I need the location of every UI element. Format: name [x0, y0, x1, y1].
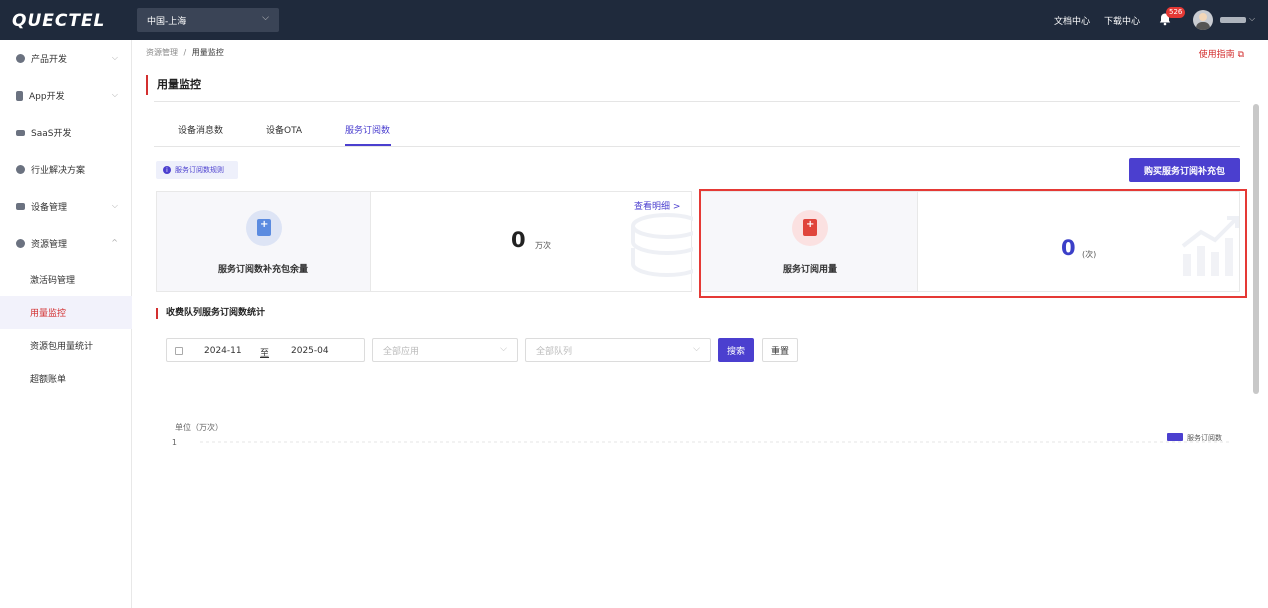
date-separator: 至 — [260, 349, 270, 359]
leaf-icon — [16, 165, 25, 174]
legend-label: 服务订阅数 — [1187, 433, 1222, 442]
monitor-icon — [16, 129, 25, 136]
package-icon — [246, 210, 282, 246]
chevron-down-icon: ⌵ — [500, 344, 507, 354]
sidebar-item-label: 设备管理 — [31, 203, 68, 213]
reset-button[interactable]: 重置 — [762, 338, 798, 362]
region-select[interactable]: 中国-上海 ⌵ — [137, 8, 279, 32]
sidebar-item-app-dev[interactable]: App开发 ⌵ — [0, 77, 132, 114]
search-button[interactable]: 搜索 — [718, 338, 754, 362]
tab-divider — [154, 146, 1240, 147]
calendar-icon — [175, 347, 183, 355]
main-content: 资源管理 / 用量监控 使用指南 ⧉ 用量监控 设备消息数 设备OTA 服务订阅… — [132, 40, 1268, 608]
resource-icon — [16, 239, 25, 248]
sidebar-subitem-label: 资源包用量统计 — [30, 342, 94, 352]
chevron-down-icon[interactable]: ⌵ — [1249, 14, 1255, 24]
y-tick-label: 1 — [172, 438, 177, 447]
app-select[interactable]: 全部应用 ⌵ — [372, 338, 518, 362]
breadcrumb: 资源管理 / 用量监控 — [146, 47, 224, 58]
remain-unit: 万次 — [535, 241, 551, 250]
sidebar-item-label: 产品开发 — [31, 55, 68, 65]
guide-link[interactable]: 使用指南 ⧉ — [1199, 47, 1244, 60]
info-icon: i — [163, 166, 171, 174]
sidebar-subitem-label: 超额账单 — [30, 375, 67, 385]
sidebar-subitem-activation-code[interactable]: 激活码管理 — [0, 263, 132, 296]
view-detail-link[interactable]: 查看明细 > — [634, 199, 680, 212]
sidebar-item-industry-solutions[interactable]: 行业解决方案 — [0, 151, 132, 188]
chevron-down-icon: ⌵ — [111, 53, 118, 62]
chevron-down-icon: ⌵ — [693, 344, 700, 354]
tab-device-ota[interactable]: 设备OTA — [266, 123, 302, 136]
queue-select[interactable]: 全部队列 ⌵ — [525, 338, 711, 362]
phone-icon — [16, 90, 23, 101]
date-to[interactable]: 2025-04 — [291, 346, 329, 356]
quectel-logo[interactable]: QUECTEL — [12, 11, 105, 31]
app-select-placeholder: 全部应用 — [383, 346, 420, 357]
buy-package-button[interactable]: 购买服务订阅补充包 — [1129, 158, 1240, 182]
sidebar-item-label: App开发 — [29, 92, 65, 102]
rule-link-label: 服务订阅数规则 — [175, 166, 224, 174]
avatar[interactable] — [1193, 10, 1213, 30]
highlight-box — [699, 189, 1247, 298]
sidebar-subitem-package-stats[interactable]: 资源包用量统计 — [0, 329, 132, 362]
sidebar-item-resource-mgmt[interactable]: 资源管理 ^ — [0, 225, 132, 262]
chevron-up-icon: ^ — [111, 238, 118, 247]
breadcrumb-current: 用量监控 — [191, 48, 224, 57]
scrollbar[interactable] — [1253, 104, 1259, 394]
tab-service-subscriptions[interactable]: 服务订阅数 — [345, 123, 390, 136]
date-from[interactable]: 2024-11 — [204, 346, 242, 356]
server-icon — [16, 203, 25, 210]
sidebar-item-product-dev[interactable]: 产品开发 ⌵ — [0, 40, 132, 77]
section-title: 收费队列服务订阅数统计 — [156, 308, 265, 319]
external-link-icon: ⧉ — [1237, 50, 1244, 60]
coin-stack-icon — [631, 213, 693, 278]
date-range-picker[interactable]: 2024-11 至 2025-04 — [166, 338, 365, 362]
breadcrumb-parent[interactable]: 资源管理 — [146, 48, 178, 57]
sidebar-subitem-label: 激活码管理 — [30, 276, 76, 286]
doc-center-link[interactable]: 文档中心 — [1054, 14, 1090, 27]
divider — [154, 101, 1240, 102]
username-placeholder[interactable] — [1220, 17, 1246, 23]
sidebar-item-saas-dev[interactable]: SaaS开发 — [0, 114, 132, 151]
remain-value: 0 — [511, 228, 526, 252]
remain-card: 服务订阅数补充包余量 查看明细 > 0 万次 — [156, 191, 693, 292]
guide-link-label: 使用指南 — [1198, 50, 1235, 60]
sidebar-subitem-label: 用量监控 — [30, 309, 67, 319]
legend-swatch — [1167, 433, 1183, 441]
bookmark-icon — [257, 219, 271, 236]
notification-badge: 526 — [1166, 7, 1186, 18]
remain-card-left: 服务订阅数补充包余量 — [157, 192, 371, 291]
usage-chart: 单位（万次）012024-112024-122025-012025-022025… — [172, 422, 1230, 447]
sidebar-item-label: 行业解决方案 — [31, 166, 86, 176]
sidebar: 产品开发 ⌵ App开发 ⌵ SaaS开发 行业解决方案 设备管理 ⌵ 资源管理… — [0, 40, 132, 608]
breadcrumb-separator: / — [183, 48, 187, 57]
y-axis-label: 单位（万次） — [175, 422, 223, 432]
remain-card-label: 服务订阅数补充包余量 — [218, 265, 309, 275]
rule-link[interactable]: i 服务订阅数规则 — [156, 161, 238, 179]
sidebar-subitem-overage-bill[interactable]: 超额账单 — [0, 362, 132, 395]
chevron-down-icon: ⌵ — [262, 13, 269, 23]
sidebar-item-label: SaaS开发 — [31, 129, 72, 139]
cube-icon — [16, 54, 25, 63]
tab-device-messages[interactable]: 设备消息数 — [178, 123, 223, 136]
sidebar-item-device-mgmt[interactable]: 设备管理 ⌵ — [0, 188, 132, 225]
queue-select-placeholder: 全部队列 — [536, 346, 573, 357]
top-bar: QUECTEL 中国-上海 ⌵ 文档中心 下载中心 526 ⌵ — [0, 0, 1268, 40]
chevron-down-icon: ⌵ — [111, 90, 118, 99]
region-label: 中国-上海 — [147, 16, 187, 27]
sidebar-subitem-usage-monitor[interactable]: 用量监控 — [0, 296, 132, 329]
sidebar-item-label: 资源管理 — [31, 240, 68, 250]
page-title: 用量监控 — [146, 75, 201, 95]
chevron-down-icon: ⌵ — [111, 201, 118, 210]
download-center-link[interactable]: 下载中心 — [1104, 14, 1140, 27]
